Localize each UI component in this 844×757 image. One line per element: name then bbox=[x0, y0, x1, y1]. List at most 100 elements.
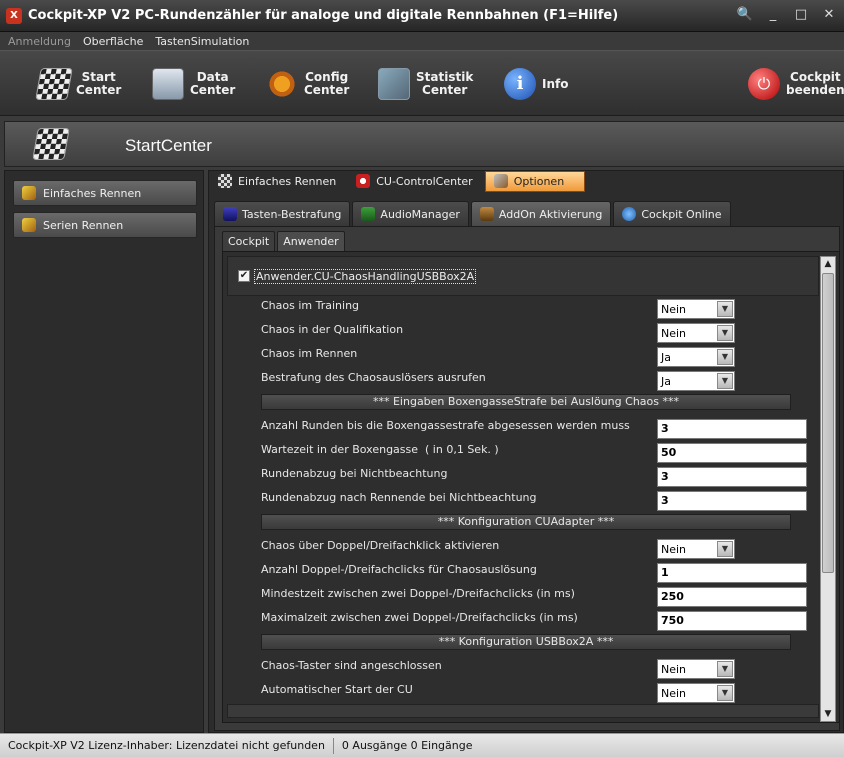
chaos-rennen-select[interactable]: Ja ▼ bbox=[657, 347, 735, 367]
tab-audiomanager[interactable]: AudioManager bbox=[352, 201, 469, 226]
mindestzeit-input[interactable]: 250 bbox=[657, 587, 807, 607]
serien-rennen-button[interactable]: Serien Rennen bbox=[13, 212, 197, 238]
info-label: Info bbox=[542, 76, 569, 91]
statistics-icon bbox=[378, 68, 410, 100]
setting-label: Rundenabzug nach Rennende bei Nichtbeach… bbox=[261, 491, 537, 504]
setting-label: Chaos im Training bbox=[261, 299, 360, 312]
main-toolbar: Start Center Data Center Config Center S… bbox=[0, 50, 844, 116]
menu-oberflaeche[interactable]: Oberfläche bbox=[83, 35, 143, 48]
einfaches-rennen-label: Einfaches Rennen bbox=[43, 186, 142, 200]
setting-label: Anzahl Runden bis die Boxengassestrafe a… bbox=[261, 419, 630, 432]
data-center-button[interactable]: Data Center bbox=[152, 61, 235, 107]
scroll-thumb[interactable] bbox=[822, 273, 834, 573]
setting-label: Anzahl Doppel-/Dreifachclicks für Chaosa… bbox=[261, 563, 537, 576]
chevron-down-icon[interactable]: ▼ bbox=[717, 349, 733, 365]
tab-cu-controlcenter[interactable]: CU-ControlCenter bbox=[348, 171, 481, 192]
audio-wave-icon bbox=[361, 207, 376, 221]
close-button[interactable]: ✕ bbox=[820, 6, 838, 24]
setting-row: Automatischer Start der CU Nein ▼ bbox=[261, 681, 807, 703]
series-icon bbox=[22, 218, 36, 232]
menu-anmeldung[interactable]: Anmeldung bbox=[8, 35, 71, 48]
tab-anwender[interactable]: Anwender bbox=[277, 231, 345, 251]
search-icon[interactable]: 🔍 bbox=[736, 6, 754, 24]
setting-row: Chaos über Doppel/Dreifachklick aktivier… bbox=[261, 537, 807, 559]
scroll-down-icon[interactable]: ▼ bbox=[821, 707, 835, 721]
chevron-down-icon[interactable]: ▼ bbox=[717, 541, 733, 557]
doppelklick-select[interactable]: Nein ▼ bbox=[657, 539, 735, 559]
addon-checkbox[interactable]: ✔ bbox=[238, 270, 250, 282]
addon-checkbox-row: ✔ Anwender.CU-ChaosHandlingUSBBox2A bbox=[227, 256, 819, 296]
tab-cu-controlcenter-label: CU-ControlCenter bbox=[376, 174, 473, 188]
chaos-training-select[interactable]: Nein ▼ bbox=[657, 299, 735, 319]
rundenabzug-nach-input[interactable]: 3 bbox=[657, 491, 807, 511]
setting-row: Maximalzeit zwischen zwei Doppel-/Dreifa… bbox=[261, 609, 807, 631]
setting-label: Bestrafung des Chaosauslösers ausrufen bbox=[261, 371, 486, 384]
gear-icon bbox=[266, 68, 298, 100]
taster-select[interactable]: Nein ▼ bbox=[657, 659, 735, 679]
cockpit-beenden-button[interactable]: ⏻ Cockpit beenden bbox=[748, 61, 844, 107]
setting-label: Mindestzeit zwischen zwei Doppel-/Dreifa… bbox=[261, 587, 575, 600]
start-center-button[interactable]: Start Center bbox=[35, 61, 121, 107]
setting-label: Chaos im Rennen bbox=[261, 347, 358, 360]
tab-cockpit[interactable]: Cockpit bbox=[222, 231, 276, 251]
serien-rennen-label: Serien Rennen bbox=[43, 218, 124, 232]
race-icon bbox=[22, 186, 36, 200]
tab-einfaches-rennen-label: Einfaches Rennen bbox=[238, 174, 337, 188]
tab-einfaches-rennen[interactable]: Einfaches Rennen bbox=[210, 171, 344, 192]
maximize-button[interactable]: □ bbox=[792, 6, 810, 24]
chevron-down-icon[interactable]: ▼ bbox=[717, 373, 733, 389]
scroll-up-icon[interactable]: ▲ bbox=[821, 257, 835, 271]
license-status: Cockpit-XP V2 Lizenz-Inhaber: Lizenzdate… bbox=[8, 739, 325, 752]
setting-row: Rundenabzug nach Rennende bei Nichtbeach… bbox=[261, 489, 807, 511]
setting-label: Chaos in der Qualifikation bbox=[261, 323, 404, 336]
tab-cockpit-online[interactable]: Cockpit Online bbox=[613, 201, 731, 226]
info-button[interactable]: i Info bbox=[504, 61, 568, 107]
addon-tabs: Cockpit Anwender bbox=[222, 231, 347, 251]
autostart-select[interactable]: Nein ▼ bbox=[657, 683, 735, 703]
title-bar: X Cockpit-XP V2 PC-Rundenzähler für anal… bbox=[0, 0, 844, 32]
checkered-flag-icon bbox=[35, 68, 73, 100]
top-tabs: Einfaches Rennen CU-ControlCenter Option… bbox=[210, 170, 585, 192]
cu-icon bbox=[356, 174, 371, 188]
data-center-label: Data Center bbox=[190, 70, 236, 97]
car-icon bbox=[223, 207, 237, 221]
tab-tasten-bestrafung[interactable]: Tasten-Bestrafung bbox=[214, 201, 351, 226]
tab-audiomanager-label: AudioManager bbox=[380, 207, 460, 221]
setting-row: Rundenabzug bei Nichtbeachtung 3 bbox=[261, 465, 807, 487]
vertical-scrollbar[interactable]: ▲ ▼ bbox=[820, 256, 836, 722]
minimize-button[interactable]: _ bbox=[764, 6, 782, 24]
einfaches-rennen-button[interactable]: Einfaches Rennen bbox=[13, 180, 197, 206]
anzahl-runden-input[interactable]: 3 bbox=[657, 419, 807, 439]
setting-row: Chaos-Taster sind angeschlossen Nein ▼ bbox=[261, 657, 807, 679]
rundenabzug-input[interactable]: 3 bbox=[657, 467, 807, 487]
addon-checkbox-label[interactable]: Anwender.CU-ChaosHandlingUSBBox2A bbox=[254, 268, 477, 284]
page-header: StartCenter bbox=[4, 121, 844, 167]
chevron-down-icon[interactable]: ▼ bbox=[717, 685, 733, 701]
chevron-down-icon[interactable]: ▼ bbox=[717, 325, 733, 341]
chaos-quali-select[interactable]: Nein ▼ bbox=[657, 323, 735, 343]
cockpit-beenden-label: Cockpit beenden bbox=[786, 70, 844, 97]
setting-row: Chaos im Rennen Ja ▼ bbox=[261, 345, 807, 367]
tab-optionen[interactable]: Optionen bbox=[484, 170, 585, 192]
status-bar: Cockpit-XP V2 Lizenz-Inhaber: Lizenzdate… bbox=[0, 733, 844, 757]
setting-row: Anzahl Doppel-/Dreifachclicks für Chaosa… bbox=[261, 561, 807, 583]
statistik-center-label: Statistik Center bbox=[416, 70, 474, 97]
package-icon bbox=[479, 207, 494, 221]
config-center-button[interactable]: Config Center bbox=[266, 61, 349, 107]
chevron-down-icon[interactable]: ▼ bbox=[717, 661, 733, 677]
setting-label: Maximalzeit zwischen zwei Doppel-/Dreifa… bbox=[261, 611, 578, 624]
setting-row: Mindestzeit zwischen zwei Doppel-/Dreifa… bbox=[261, 585, 807, 607]
maximalzeit-input[interactable]: 750 bbox=[657, 611, 807, 631]
page-title: StartCenter bbox=[125, 136, 212, 155]
statistik-center-button[interactable]: Statistik Center bbox=[378, 61, 473, 107]
bestrafung-select[interactable]: Ja ▼ bbox=[657, 371, 735, 391]
setting-label: Wartezeit in der Boxengasse ( in 0,1 Sek… bbox=[261, 443, 499, 456]
tools-icon bbox=[493, 174, 508, 188]
anzahl-clicks-input[interactable]: 1 bbox=[657, 563, 807, 583]
menu-tastensimulation[interactable]: TastenSimulation bbox=[155, 35, 249, 48]
tab-addon-aktivierung[interactable]: AddOn Aktivierung bbox=[470, 201, 612, 226]
io-status: 0 Ausgänge 0 Eingänge bbox=[341, 739, 473, 752]
chevron-down-icon[interactable]: ▼ bbox=[717, 301, 733, 317]
wartezeit-input[interactable]: 50 bbox=[657, 443, 807, 463]
config-center-label: Config Center bbox=[304, 70, 350, 97]
